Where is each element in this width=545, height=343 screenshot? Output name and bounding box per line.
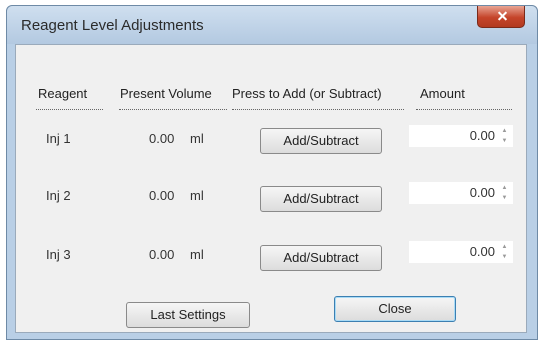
volume-unit: ml xyxy=(190,131,204,146)
close-button[interactable]: Close xyxy=(334,296,456,322)
amount-stepper[interactable]: 0.00 ▲ ▼ xyxy=(409,125,513,147)
header-reagent: Reagent xyxy=(38,86,88,101)
spin-down-icon[interactable]: ▼ xyxy=(499,253,510,261)
amount-value: 0.00 xyxy=(469,185,495,200)
reagent-label: Inj 2 xyxy=(46,188,71,203)
reagent-label: Inj 3 xyxy=(46,247,71,262)
spin-up-icon[interactable]: ▲ xyxy=(499,127,510,135)
volume-unit: ml xyxy=(190,247,204,262)
header-amount: Amount xyxy=(420,86,465,101)
close-icon[interactable] xyxy=(477,6,525,28)
amount-value: 0.00 xyxy=(469,244,495,259)
add-subtract-button[interactable]: Add/Subtract xyxy=(260,245,382,271)
add-subtract-button[interactable]: Add/Subtract xyxy=(260,128,382,154)
header-divider xyxy=(416,109,512,110)
header-divider xyxy=(232,109,404,110)
spin-down-icon[interactable]: ▼ xyxy=(499,194,510,202)
header-press-to-add: Press to Add (or Subtract) xyxy=(232,86,382,101)
present-volume-value: 0.00 xyxy=(149,247,175,262)
last-settings-button[interactable]: Last Settings xyxy=(126,302,250,328)
spin-down-icon[interactable]: ▼ xyxy=(499,137,510,145)
dialog-window: Reagent Level Adjustments Reagent Presen… xyxy=(6,5,538,340)
add-subtract-button[interactable]: Add/Subtract xyxy=(260,186,382,212)
amount-value: 0.00 xyxy=(469,128,495,143)
header-divider xyxy=(119,109,227,110)
volume-unit: ml xyxy=(190,188,204,203)
spin-up-icon[interactable]: ▲ xyxy=(499,184,510,192)
amount-stepper[interactable]: 0.00 ▲ ▼ xyxy=(409,241,513,263)
header-present-volume: Present Volume xyxy=(120,86,212,101)
header-divider xyxy=(36,109,103,110)
amount-stepper[interactable]: 0.00 ▲ ▼ xyxy=(409,182,513,204)
window-title: Reagent Level Adjustments xyxy=(21,17,204,34)
dialog-client-area: Reagent Present Volume Press to Add (or … xyxy=(15,44,527,333)
present-volume-value: 0.00 xyxy=(149,131,175,146)
reagent-label: Inj 1 xyxy=(46,131,71,146)
present-volume-value: 0.00 xyxy=(149,188,175,203)
title-bar[interactable]: Reagent Level Adjustments xyxy=(7,6,537,44)
spin-up-icon[interactable]: ▲ xyxy=(499,243,510,251)
